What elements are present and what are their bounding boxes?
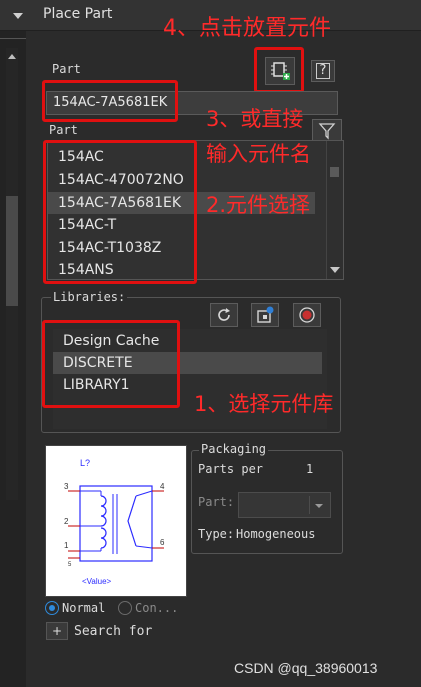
preview-pin-label: 6 [160,538,165,547]
normal-radio[interactable] [45,601,59,615]
left-divider [0,38,26,39]
dropdown-arrow-icon[interactable] [313,501,325,511]
annotation-select-part: 2.元件选择 [206,193,311,217]
help-button[interactable]: ? [311,60,335,82]
annotation-box-place [254,47,304,93]
search-expand-button[interactable]: + [46,622,68,640]
preview-pin-label: 1 [64,541,69,550]
type-value: Homogeneous [236,527,316,541]
annotation-box-part-list [43,140,197,284]
normal-label[interactable]: Normal [62,601,105,615]
part-field-label: Part [52,62,81,76]
help-icon: ? [315,63,331,79]
part-select-label: Part: [198,495,235,509]
parts-per-label: Parts per [198,462,264,476]
panel-title: Place Part [43,6,113,22]
convert-radio[interactable] [118,601,132,615]
refresh-icon [218,308,230,321]
add-library-icon [257,306,274,323]
annotation-type-in-line2: 输入元件名 [206,142,311,166]
scroll-down-icon[interactable] [328,265,342,275]
expand-icon: + [51,624,63,638]
scroll-up-icon[interactable] [6,50,18,60]
symbol-preview: L? 3 4 2 1 5 6 <Value> [45,445,187,597]
annotation-select-lib: 1、选择元件库 [194,392,334,416]
remove-library-icon [299,307,315,323]
annotation-box-part-input [42,80,178,122]
part-list-scrollbar-thumb[interactable] [330,167,339,177]
refresh-button[interactable] [210,303,238,327]
left-scrollbar-thumb[interactable] [6,196,18,306]
remove-library-button[interactable] [293,303,321,327]
convert-label[interactable]: Con... [135,601,178,615]
type-label: Type: [198,527,235,541]
collapse-arrow-icon[interactable] [12,10,24,20]
search-for-label: Search for [74,624,153,639]
annotation-type-in-line1: 3、或直接 [206,107,304,131]
part-list-scrollbar[interactable] [326,141,343,279]
preview-ref: L? [80,458,90,468]
preview-pin-label: 4 [160,482,165,491]
watermark: CSDN @qq_38960013 [234,660,378,676]
part-list-label: Part [49,123,78,137]
preview-value: <Value> [82,577,112,586]
packaging-title: Packaging [199,442,269,456]
annotation-place: 4、点击放置元件 [163,16,331,41]
annotation-box-libraries [42,320,180,408]
add-library-button[interactable] [251,303,279,327]
radio-dot [49,605,55,611]
preview-pin-label: 2 [64,517,69,526]
part-select[interactable] [238,492,331,518]
libraries-label: Libraries: [51,290,128,304]
parts-per-value: 1 [306,462,314,476]
preview-pin-label: 3 [64,482,69,491]
filter-icon [318,123,336,140]
preview-pin-label: 5 [68,562,72,568]
